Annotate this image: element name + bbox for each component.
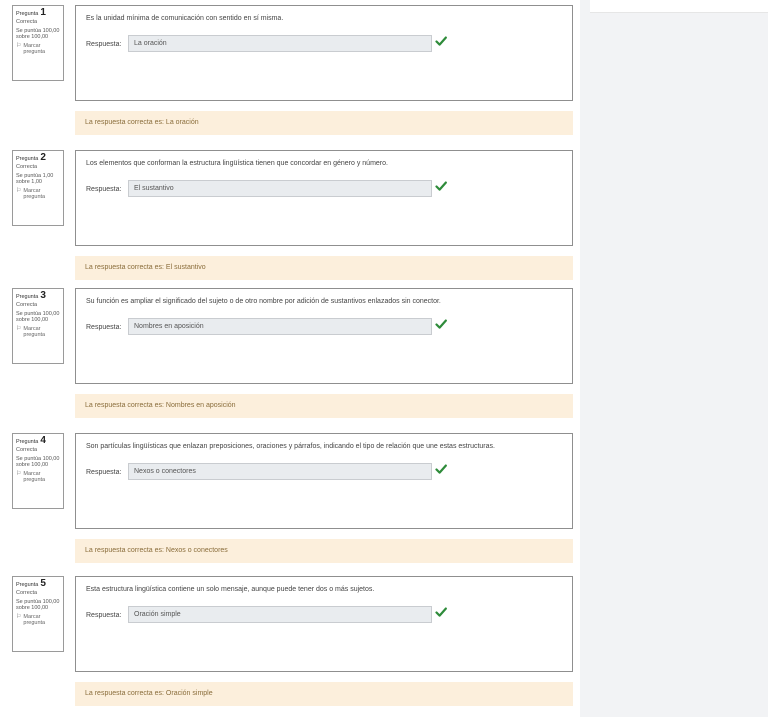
question-word: Pregunta [16,582,39,588]
question-word: Pregunta [16,294,39,300]
question-info: Pregunta 4 Correcta Se puntúa 100,00 sobr… [12,433,64,509]
answer-label: Respuesta: [86,469,122,476]
question-number: 1 [40,7,46,18]
question-2: Pregunta 2 Correcta Se puntúa 1,00 sobre … [0,150,580,290]
question-number: 5 [40,578,46,589]
flag-label: Marcar pregunta [23,613,46,627]
side-panel [590,0,768,13]
question-grade: Se puntúa 1,00 sobre 1,00 [16,172,54,186]
question-text: Su función es ampliar el significado del… [86,298,441,305]
question-number: 2 [40,152,46,163]
question-text: Los elementos que conforman la estructur… [86,160,388,167]
answer-label: Respuesta: [86,324,122,331]
flag-question-link[interactable]: ⚐ Marcar pregunta [16,43,60,56]
check-icon [435,464,447,474]
question-word: Pregunta [16,439,39,445]
question-content: Son partículas lingüísticas que enlazan … [75,433,573,529]
question-info: Pregunta 1 Correcta Se puntúa 100,00 sobr… [12,5,64,81]
question-info: Pregunta 3 Correcta Se puntúa 100,00 sobr… [12,288,64,364]
question-3: Pregunta 3 Correcta Se puntúa 100,00 sobr… [0,288,580,428]
question-content: Los elementos que conforman la estructur… [75,150,573,246]
answer-field[interactable]: La oración [128,35,432,52]
question-grade: Se puntúa 100,00 sobre 100,00 [16,310,60,324]
question-state: Correcta [16,590,38,596]
question-grade: Se puntúa 100,00 sobre 100,00 [16,27,60,41]
flag-question-link[interactable]: ⚐ Marcar pregunta [16,326,60,339]
flag-question-link[interactable]: ⚐ Marcar pregunta [16,614,60,627]
question-content: Su función es ampliar el significado del… [75,288,573,384]
question-state: Correcta [16,302,38,308]
check-icon [435,36,447,46]
question-grade: Se puntúa 100,00 sobre 100,00 [16,598,60,612]
answer-field[interactable]: Oración simple [128,606,432,623]
flag-question-link[interactable]: ⚐ Marcar pregunta [16,188,60,201]
question-text: Esta estructura lingüística contiene un … [86,586,375,593]
question-content: Es la unidad mínima de comunicación con … [75,5,573,101]
flag-label: Marcar pregunta [23,187,46,201]
answer-field[interactable]: Nexos o conectores [128,463,432,480]
correct-answer-feedback: La respuesta correcta es: Oración simple [75,682,573,706]
answer-field[interactable]: El sustantivo [128,180,432,197]
question-1: Pregunta 1 Correcta Se puntúa 100,00 sobr… [0,5,580,145]
question-state: Correcta [16,164,38,170]
check-icon [435,319,447,329]
flag-icon: ⚐ [16,470,22,477]
question-text: Es la unidad mínima de comunicación con … [86,15,284,22]
quiz-review-page: Pregunta 1 Correcta Se puntúa 100,00 sobr… [0,0,580,717]
question-word: Pregunta [16,11,39,17]
flag-icon: ⚐ [16,613,22,620]
check-icon [435,607,447,617]
question-grade: Se puntúa 100,00 sobre 100,00 [16,455,60,469]
answer-label: Respuesta: [86,612,122,619]
flag-icon: ⚐ [16,187,22,194]
question-info: Pregunta 2 Correcta Se puntúa 1,00 sobre … [12,150,64,226]
question-word: Pregunta [16,156,39,162]
question-4: Pregunta 4 Correcta Se puntúa 100,00 sobr… [0,433,580,573]
question-state: Correcta [16,19,38,25]
question-number: 3 [40,290,46,301]
check-icon [435,181,447,191]
flag-label: Marcar pregunta [23,325,46,339]
correct-answer-feedback: La respuesta correcta es: El sustantivo [75,256,573,280]
correct-answer-feedback: La respuesta correcta es: Nombres en apo… [75,394,573,418]
flag-icon: ⚐ [16,325,22,332]
flag-label: Marcar pregunta [23,470,46,484]
flag-label: Marcar pregunta [23,42,46,56]
flag-icon: ⚐ [16,42,22,49]
answer-field[interactable]: Nombres en aposición [128,318,432,335]
answer-label: Respuesta: [86,186,122,193]
correct-answer-feedback: La respuesta correcta es: La oración [75,111,573,135]
correct-answer-feedback: La respuesta correcta es: Nexos o conect… [75,539,573,563]
question-text: Son partículas lingüísticas que enlazan … [86,443,495,450]
question-content: Esta estructura lingüística contiene un … [75,576,573,672]
flag-question-link[interactable]: ⚐ Marcar pregunta [16,471,60,484]
question-number: 4 [40,435,46,446]
answer-label: Respuesta: [86,41,122,48]
question-5: Pregunta 5 Correcta Se puntúa 100,00 sobr… [0,576,580,716]
question-state: Correcta [16,447,38,453]
question-info: Pregunta 5 Correcta Se puntúa 100,00 sobr… [12,576,64,652]
